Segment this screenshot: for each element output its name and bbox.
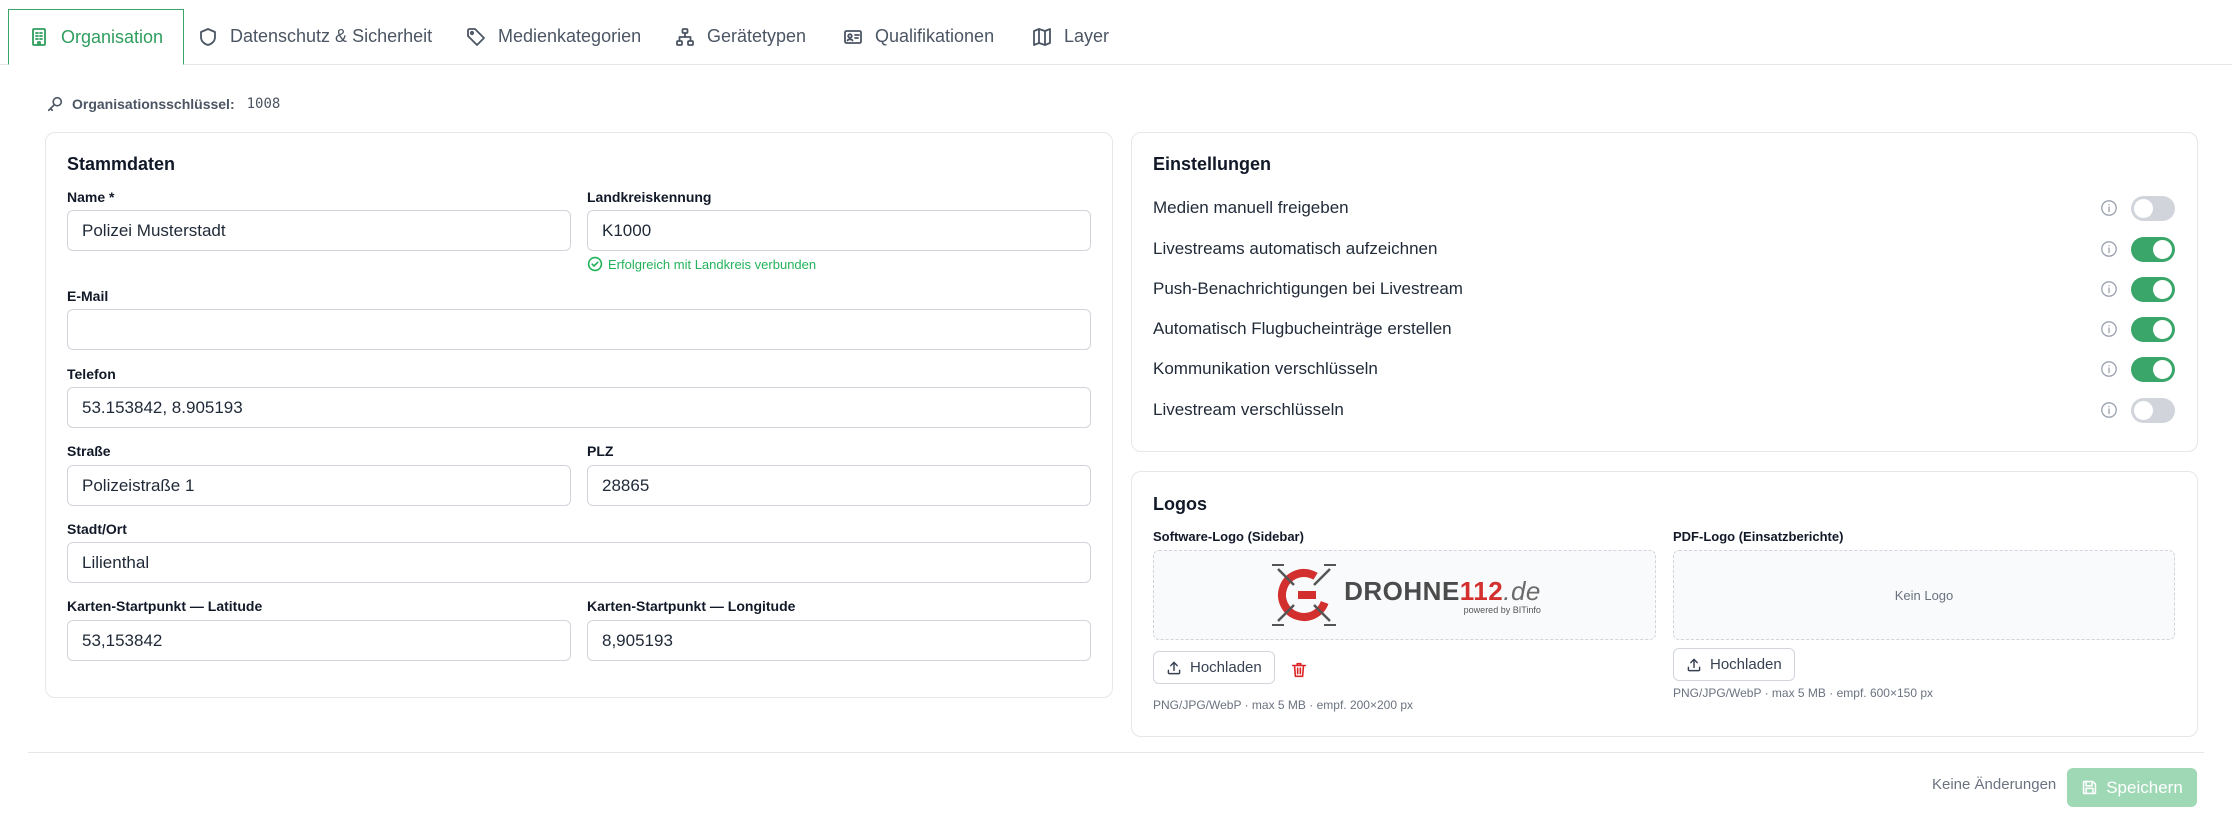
name-label: Name * (67, 189, 115, 205)
stammdaten-title: Stammdaten (67, 154, 176, 174)
upload-icon (1167, 661, 1181, 674)
tab-qualifikationen[interactable]: Qualifikationen (823, 8, 1014, 65)
einstellungen-title: Einstellungen (1153, 154, 1272, 174)
save-icon (2083, 780, 2097, 795)
logo-main-text: DROHNE (1344, 575, 1460, 606)
landkreis-label: Landkreiskennung (587, 189, 712, 205)
lng-input[interactable]: 8,905193 (587, 620, 1091, 661)
drone-logo-icon (1272, 564, 1337, 626)
setting-label: Kommunikation verschlüsseln (1153, 359, 1378, 378)
tag-icon (467, 27, 485, 46)
logo-tld: .de (1503, 575, 1541, 606)
software-logo-hint: PNG/JPG/WebP · max 5 MB · empf. 200×200 … (1153, 698, 1413, 712)
map-icon (1033, 27, 1051, 46)
save-label: Speichern (2106, 777, 2183, 797)
shield-icon (200, 27, 216, 46)
tab-label: Organisation (61, 26, 164, 47)
ort-input[interactable]: Lilienthal (67, 542, 1091, 583)
setting-label: Push-Benachrichtigungen bei Livestream (1153, 279, 1463, 298)
ort-label: Stadt/Ort (67, 521, 127, 537)
tab-label: Qualifikationen (875, 26, 995, 46)
org-key-value: 1008 (246, 96, 281, 112)
tab-layer[interactable]: Layer (1012, 8, 1129, 65)
lat-input[interactable]: 53,153842 (67, 620, 571, 661)
pdf-upload-button[interactable]: Hochladen (1673, 648, 1795, 681)
pdf-logo-hint: PNG/JPG/WebP · max 5 MB · empf. 600×150 … (1673, 686, 1933, 700)
pdf-logo-empty: Kein Logo (1894, 587, 1954, 603)
pdf-logo-label: PDF-Logo (Einsatzberichte) (1673, 529, 1844, 544)
pdf-logo-preview[interactable]: Kein Logo (1673, 550, 2175, 640)
landkreis-status-text: Erfolgreich mit Landkreis verbunden (608, 256, 817, 272)
logo-number: 112 (1459, 575, 1504, 606)
tab-label: Layer (1064, 26, 1110, 46)
tab-bar: Organisation Datenschutz & Sicherheit Me… (0, 0, 2232, 65)
setting-row-kommunikation: Kommunikation verschlüsseln (1153, 355, 2175, 383)
software-upload-button[interactable]: Hochladen (1153, 651, 1275, 684)
tab-label: Datenschutz & Sicherheit (230, 26, 433, 46)
setting-row-livestream-aufzeichnen: Livestreams automatisch aufzeichnen (1153, 235, 2175, 263)
upload-icon (1687, 658, 1701, 671)
toggle-push[interactable] (2131, 276, 2175, 302)
setting-row-medien: Medien manuell freigeben (1153, 194, 2175, 222)
drohne-text: DROHNE112.de powered by BITinfo (1344, 576, 1541, 615)
logo-subtitle: powered by BITinfo (1463, 604, 1541, 615)
info-icon[interactable] (2100, 360, 2118, 378)
building-icon (32, 28, 46, 46)
drohne-logo: DROHNE112.de powered by BITinfo (1268, 559, 1541, 631)
email-label: E-Mail (67, 288, 109, 304)
tab-datenschutz[interactable]: Datenschutz & Sicherheit (178, 8, 452, 65)
info-icon[interactable] (2100, 280, 2118, 298)
plz-label: PLZ (587, 443, 614, 459)
id-card-icon (844, 29, 862, 44)
telefon-input[interactable]: 53.153842, 8.905193 (67, 387, 1091, 428)
software-logo-label: Software-Logo (Sidebar) (1153, 529, 1304, 544)
lng-label: Karten-Startpunkt — Longitude (587, 598, 796, 614)
setting-label: Medien manuell freigeben (1153, 198, 1349, 217)
setting-label: Livestream verschlüsseln (1153, 400, 1344, 419)
landkreis-input[interactable]: K1000 (587, 210, 1091, 251)
lat-label: Karten-Startpunkt — Latitude (67, 598, 263, 614)
toggle-livestream-verschluesseln[interactable] (2131, 397, 2175, 423)
trash-icon[interactable] (1290, 661, 1308, 679)
logos-title: Logos (1153, 494, 1207, 514)
tab-geraetetypen[interactable]: Gerätetypen (655, 8, 826, 65)
strasse-label: Straße (67, 443, 111, 459)
info-icon[interactable] (2100, 199, 2118, 217)
software-logo-preview[interactable]: DROHNE112.de powered by BITinfo (1153, 550, 1656, 640)
tab-medienkategorien[interactable]: Medienkategorien (446, 8, 661, 65)
tab-label: Gerätetypen (707, 26, 807, 46)
info-icon[interactable] (2100, 240, 2118, 258)
info-icon[interactable] (2100, 320, 2118, 338)
upload-label: Hochladen (1190, 659, 1262, 676)
email-input[interactable] (67, 309, 1091, 350)
upload-label: Hochladen (1710, 656, 1782, 673)
info-icon[interactable] (2100, 401, 2118, 419)
tab-organisation[interactable]: Organisation (8, 9, 185, 65)
landkreis-status: Erfolgreich mit Landkreis verbunden (587, 256, 816, 272)
org-key-label: Organisationsschlüssel: (72, 96, 235, 112)
toggle-flugbuch[interactable] (2131, 316, 2175, 342)
setting-label: Automatisch Flugbucheinträge erstellen (1153, 319, 1452, 338)
toggle-medien-freigeben[interactable] (2131, 195, 2175, 221)
key-icon (47, 96, 63, 112)
network-icon (676, 27, 694, 46)
plz-input[interactable]: 28865 (587, 465, 1091, 506)
toggle-kommunikation[interactable] (2131, 356, 2175, 382)
check-circle-icon (587, 256, 603, 272)
setting-label: Livestreams automatisch aufzeichnen (1153, 239, 1438, 258)
strasse-input[interactable]: Polizeistraße 1 (67, 465, 571, 506)
org-key: Organisationsschlüssel: 1008 (46, 95, 280, 113)
footer-divider (28, 752, 2204, 753)
tab-label: Medienkategorien (498, 26, 642, 46)
footer-status: Keine Änderungen (1932, 776, 2057, 793)
setting-row-push: Push-Benachrichtigungen bei Livestream (1153, 275, 2175, 303)
name-input[interactable]: Polizei Musterstadt (67, 210, 571, 251)
setting-row-livestream-verschluesseln: Livestream verschlüsseln (1153, 396, 2175, 424)
setting-row-flugbuch: Automatisch Flugbucheinträge erstellen (1153, 315, 2175, 343)
telefon-label: Telefon (67, 366, 116, 382)
save-button[interactable]: Speichern (2067, 768, 2197, 807)
toggle-livestream-aufzeichnen[interactable] (2131, 236, 2175, 262)
